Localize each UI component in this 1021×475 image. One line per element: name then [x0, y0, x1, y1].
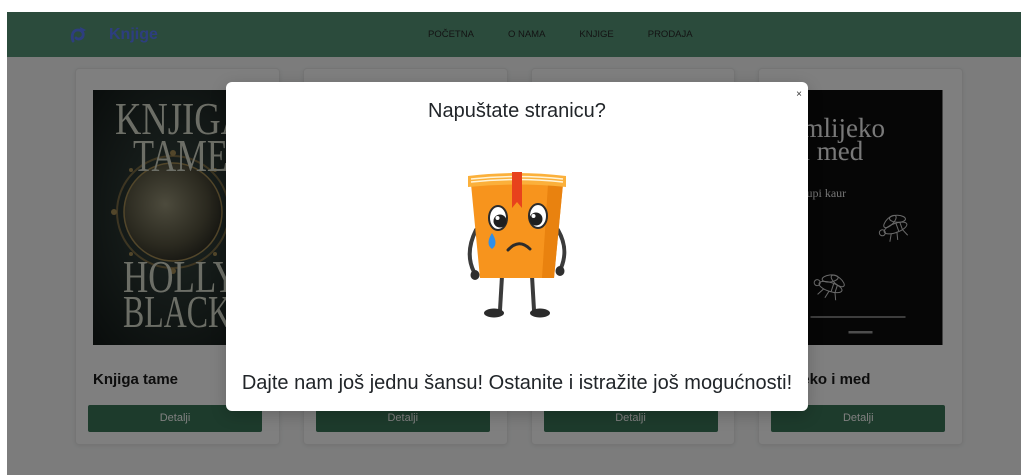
modal-title: Napuštate stranicu?: [428, 100, 606, 122]
exit-intent-modal: × Napuštate stranicu? Dajte nam još jedn…: [226, 82, 808, 411]
modal-message: Dajte nam još jednu šansu! Ostanite i is…: [241, 372, 793, 394]
sad-book-icon: [467, 172, 567, 318]
book-legs: [484, 274, 550, 318]
app-page: Knjige POČETNA O NAMA KNJIGE PRODAJA: [7, 12, 1021, 475]
